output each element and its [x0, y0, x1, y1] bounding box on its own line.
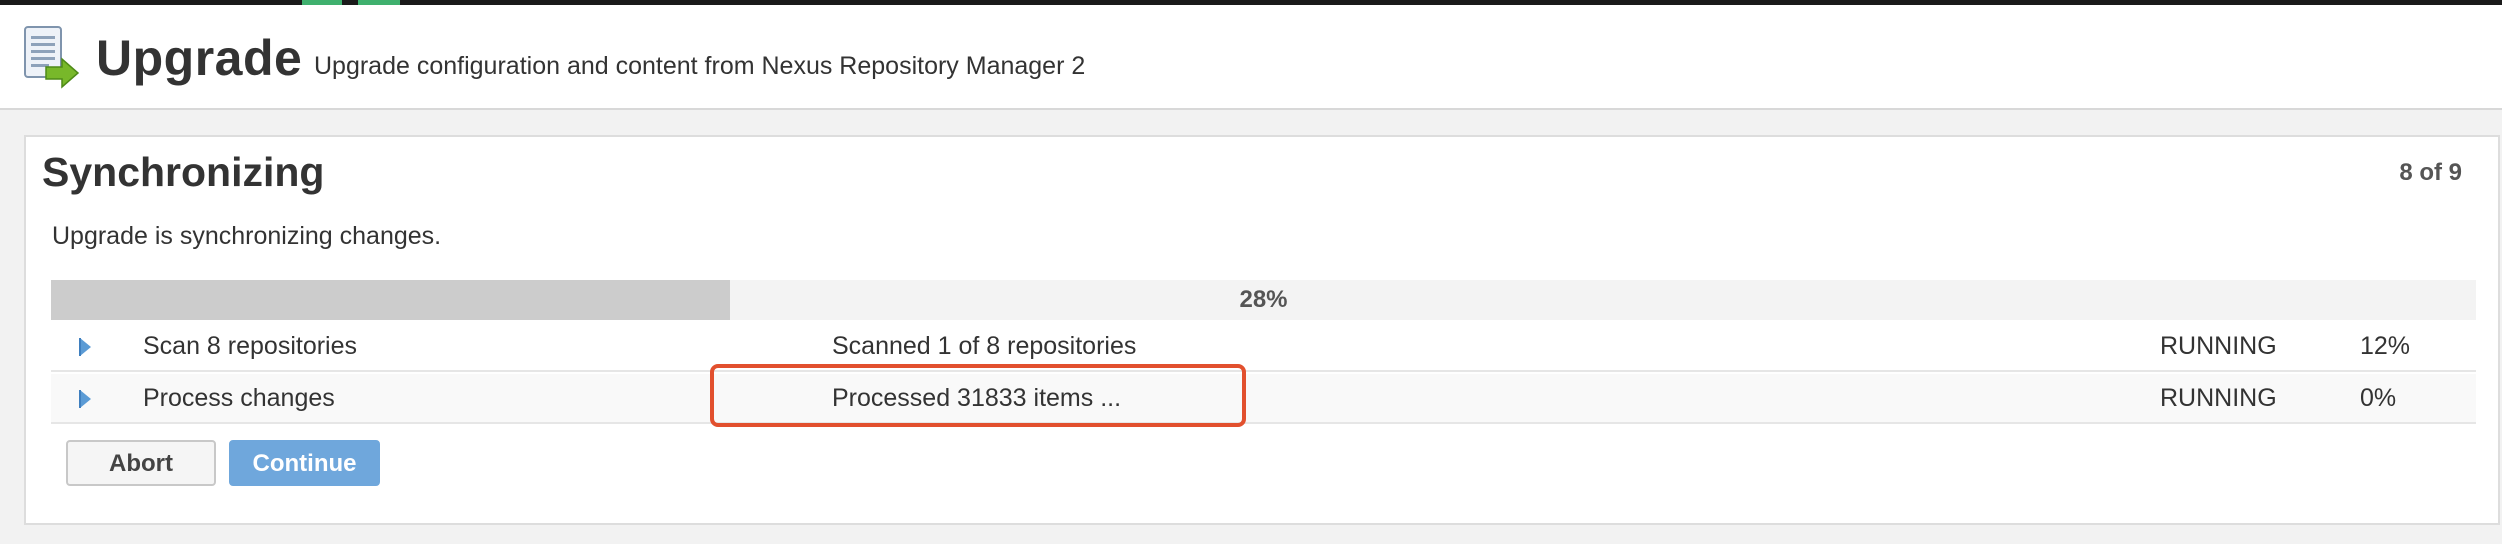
expand-arrow-icon[interactable]: [77, 374, 97, 422]
page-subtitle: Upgrade configuration and content from N…: [314, 52, 1086, 80]
task-status: RUNNING: [2160, 332, 2277, 360]
task-name: Scan 8 repositories: [143, 332, 358, 360]
page-title: Upgrade: [96, 30, 303, 86]
page-header: Upgrade Upgrade configuration and conten…: [0, 5, 2502, 110]
task-detail: Scanned 1 of 8 repositories: [832, 332, 1137, 360]
task-name: Process changes: [143, 384, 335, 412]
abort-button[interactable]: Abort: [66, 440, 216, 486]
progress-label: 28%: [1239, 286, 1288, 313]
panel-description: Upgrade is synchronizing changes.: [52, 222, 442, 250]
task-percent: 12%: [2360, 332, 2411, 360]
expand-arrow-icon[interactable]: [77, 322, 97, 370]
synchronizing-panel: Synchronizing 8 of 9 Upgrade is synchron…: [24, 135, 2500, 525]
continue-button[interactable]: Continue: [229, 440, 380, 486]
task-detail: Processed 31833 items ...: [832, 384, 1122, 412]
task-row[interactable]: Process changes Processed 31833 items ..…: [51, 374, 2476, 424]
task-percent: 0%: [2360, 384, 2397, 412]
task-row[interactable]: Scan 8 repositories Scanned 1 of 8 repos…: [51, 322, 2476, 372]
upgrade-document-icon: [22, 25, 80, 89]
panel-title: Synchronizing: [42, 149, 325, 195]
task-status: RUNNING: [2160, 384, 2277, 412]
step-counter: 8 of 9: [2399, 159, 2462, 186]
overall-progress-bar: 28%: [51, 280, 2476, 320]
